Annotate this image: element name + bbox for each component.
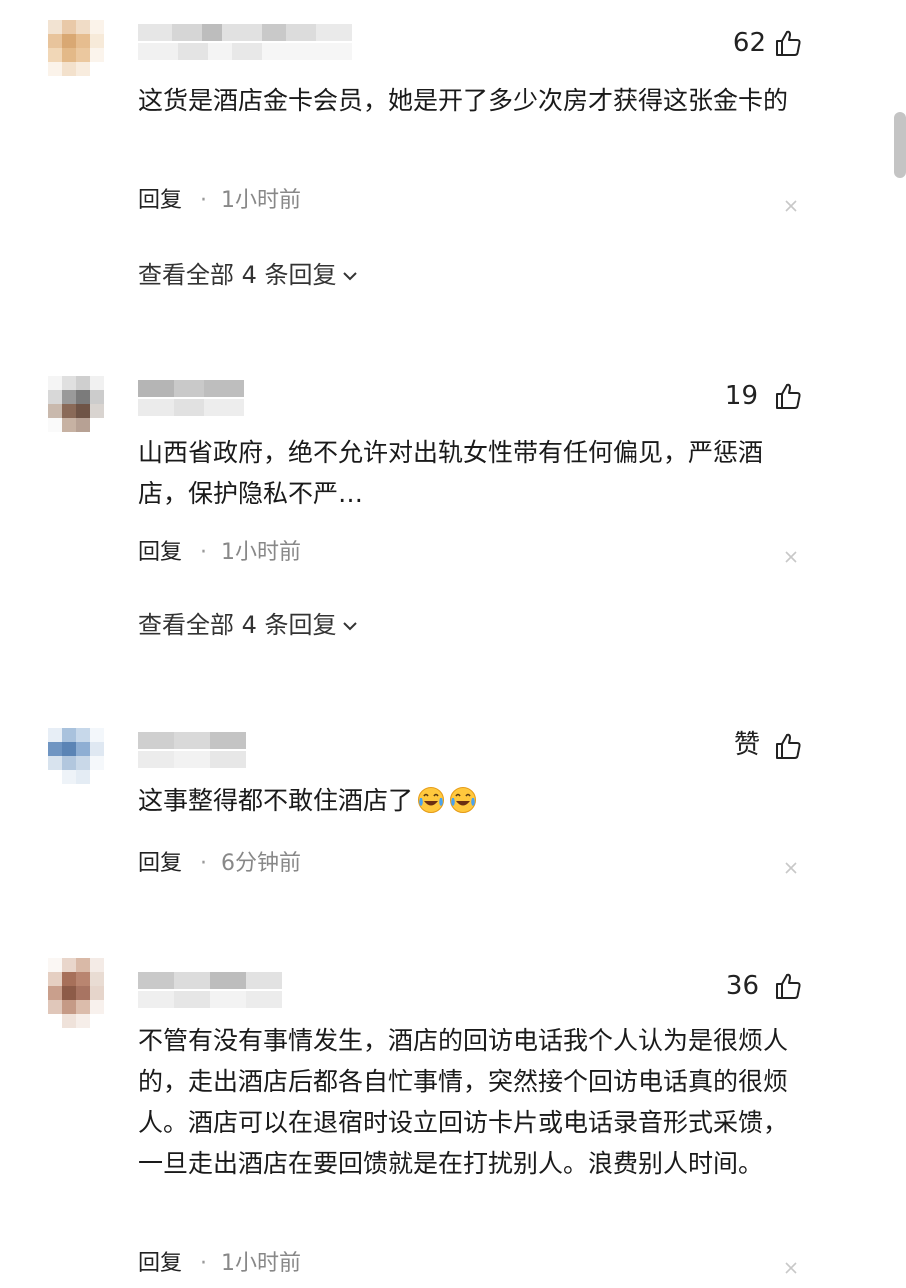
comment-meta: 回复 · 1小时前 (138, 186, 301, 216)
thumbs-up-icon[interactable] (773, 381, 803, 411)
timestamp: 1小时前 (221, 1251, 302, 1276)
view-replies-link[interactable]: 查看全部 4 条回复 (138, 260, 359, 290)
username[interactable] (138, 732, 246, 770)
close-icon[interactable] (784, 861, 798, 875)
thumbs-up-icon[interactable] (773, 28, 803, 58)
scrollbar-thumb[interactable] (894, 112, 906, 178)
scrollbar[interactable] (894, 112, 906, 178)
like-count: 19 (724, 381, 758, 411)
like-count: 62 (732, 28, 766, 58)
view-replies-label: 查看全部 4 条回复 (138, 261, 337, 289)
close-icon[interactable] (784, 550, 798, 564)
reply-button[interactable]: 回复 (138, 540, 182, 565)
separator-dot: · (200, 851, 208, 876)
view-replies-label: 查看全部 4 条回复 (138, 611, 337, 639)
separator-dot: · (200, 1251, 208, 1276)
laugh-cry-emoji (450, 787, 477, 813)
timestamp: 6分钟前 (221, 851, 302, 876)
avatar[interactable] (48, 958, 104, 1028)
reply-button[interactable]: 回复 (138, 1251, 182, 1276)
like-count: 36 (725, 971, 759, 1001)
username[interactable] (138, 972, 282, 1010)
avatar[interactable] (48, 728, 104, 784)
thumbs-up-icon[interactable] (773, 971, 803, 1001)
close-icon[interactable] (784, 1261, 798, 1275)
comment-list: 62 这货是酒店金卡会员，她是开了多少次房才获得这张金卡的 回复 · 1小时前 查看… (0, 0, 906, 1288)
comment-text: 这货是酒店金卡会员，她是开了多少次房才获得这张金卡的 (138, 86, 789, 115)
avatar[interactable] (48, 20, 104, 76)
comment-meta: 回复 · 1小时前 (138, 1249, 301, 1279)
comment-text: 这事整得都不敢住酒店了 (138, 780, 798, 821)
comment-text-body: 这事整得都不敢住酒店了 (138, 786, 414, 815)
username[interactable] (138, 380, 244, 418)
view-replies-link[interactable]: 查看全部 4 条回复 (138, 610, 359, 640)
avatar[interactable] (48, 376, 104, 432)
close-icon[interactable] (784, 199, 798, 213)
comment-text: 不管有没有事情发生，酒店的回访电话我个人认为是很烦人的，走出酒店后都各自忙事情，… (138, 1026, 789, 1178)
laugh-cry-emoji (418, 787, 445, 813)
reply-button[interactable]: 回复 (138, 851, 182, 876)
timestamp: 1小时前 (221, 540, 302, 565)
comment-text: 山西省政府，绝不允许对出轨女性带有任何偏见，严惩酒店，保护隐私不严… (138, 438, 764, 508)
separator-dot: · (200, 540, 208, 565)
timestamp: 1小时前 (221, 188, 302, 213)
comment-meta: 回复 · 6分钟前 (138, 849, 301, 879)
comment-meta: 回复 · 1小时前 (138, 538, 301, 568)
username[interactable] (138, 24, 352, 62)
thumbs-up-icon[interactable] (773, 731, 803, 761)
reply-button[interactable]: 回复 (138, 188, 182, 213)
chevron-down-icon (342, 622, 357, 631)
chevron-down-icon (342, 272, 357, 281)
like-count: 赞 (733, 730, 760, 760)
separator-dot: · (200, 188, 208, 213)
